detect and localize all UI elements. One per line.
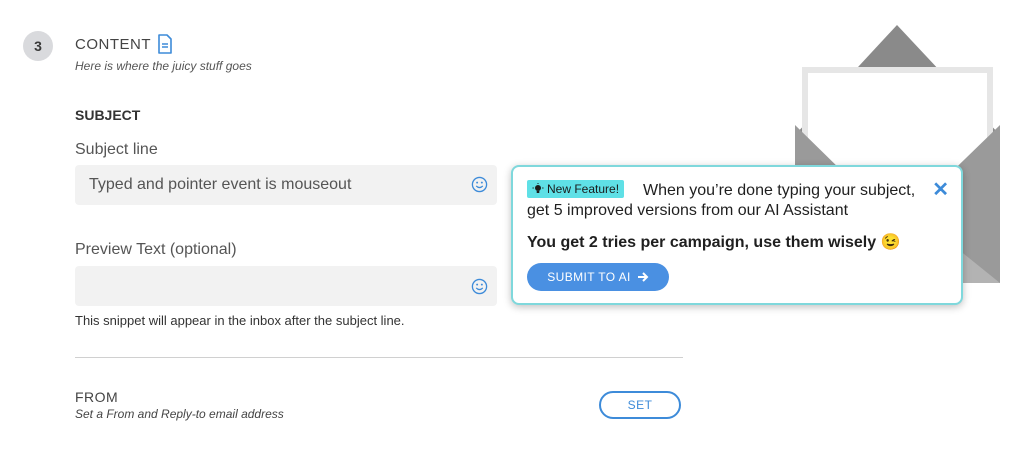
subject-line-input[interactable]: Typed and pointer event is mouseout bbox=[75, 165, 497, 205]
step-number-badge: 3 bbox=[23, 31, 53, 61]
preview-text-input[interactable] bbox=[75, 266, 497, 306]
new-feature-label: New Feature! bbox=[547, 182, 620, 196]
from-title: FROM bbox=[75, 389, 119, 405]
submit-to-ai-button[interactable]: SUBMIT TO AI bbox=[527, 263, 669, 291]
section-title-text: CONTENT bbox=[75, 35, 151, 53]
arrow-right-icon bbox=[637, 272, 649, 282]
close-icon[interactable]: ✕ bbox=[932, 177, 949, 202]
preview-text-label: Preview Text (optional) bbox=[75, 241, 237, 258]
subject-line-label: Subject line bbox=[75, 141, 158, 158]
section-subtitle: Here is where the juicy stuff goes bbox=[75, 59, 252, 73]
subject-heading: SUBJECT bbox=[75, 107, 141, 123]
preview-text-hint: This snippet will appear in the inbox af… bbox=[75, 313, 405, 328]
emoji-picker-icon[interactable] bbox=[471, 176, 488, 193]
lightbulb-icon bbox=[532, 183, 544, 193]
document-icon bbox=[158, 34, 172, 54]
from-subtitle: Set a From and Reply-to email address bbox=[75, 407, 284, 421]
subject-line-value: Typed and pointer event is mouseout bbox=[89, 176, 352, 193]
ai-feature-popover: When you’re done typing your subject, ge… bbox=[511, 165, 963, 305]
emoji-picker-icon[interactable] bbox=[471, 278, 488, 295]
submit-to-ai-label: SUBMIT TO AI bbox=[547, 270, 631, 284]
set-from-button[interactable]: SET bbox=[599, 391, 681, 419]
section-title: CONTENT bbox=[75, 34, 173, 54]
popover-bold-text: You get 2 tries per campaign, use them w… bbox=[527, 234, 901, 251]
new-feature-badge: New Feature! bbox=[527, 180, 625, 198]
section-divider bbox=[75, 357, 683, 358]
